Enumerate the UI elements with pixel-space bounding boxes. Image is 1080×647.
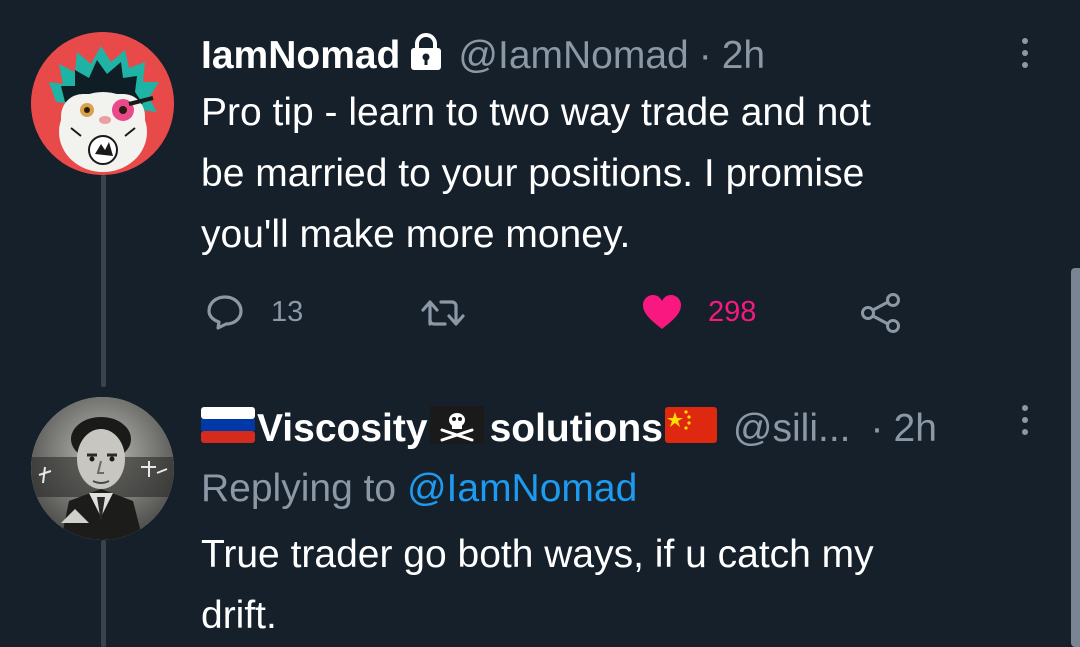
tweet-text: Pro tip - learn to two way trade and not… — [201, 82, 871, 265]
tweet-text-line: be married to your positions. I promise — [201, 152, 865, 195]
reply-button[interactable]: 13 — [206, 294, 303, 330]
reply-text-line: True trader go both ways, if u catch my — [201, 533, 874, 576]
china-flag-icon — [664, 407, 717, 450]
photo-avatar-icon — [31, 397, 174, 540]
share-button[interactable] — [859, 292, 903, 334]
reply-count: 13 — [271, 295, 304, 328]
thread-line-bottom — [101, 540, 106, 647]
heart-icon — [643, 295, 681, 329]
cartoon-avatar-icon — [31, 32, 174, 175]
skull-crossbones-icon — [429, 406, 484, 451]
reply-avatar[interactable] — [31, 397, 174, 540]
replying-to-handle-link[interactable]: @IamNomad — [407, 467, 637, 510]
more-options-icon[interactable] — [1022, 38, 1028, 68]
tweet-avatar[interactable] — [31, 32, 174, 175]
scrollbar[interactable] — [1071, 268, 1080, 647]
like-button[interactable]: 298 — [641, 293, 756, 331]
reply-text-line: drift. — [201, 594, 277, 637]
tweet-text-line: you'll make more money. — [201, 213, 631, 256]
reply-more-options-icon[interactable] — [1022, 405, 1028, 435]
tweet-timestamp[interactable]: 2h — [722, 36, 765, 75]
reply-author-name-part1[interactable]: Viscosity — [257, 409, 428, 448]
reply-header-separator: · — [870, 407, 884, 450]
replying-to: Replying to @IamNomad — [201, 467, 637, 511]
retweet-button[interactable] — [419, 296, 467, 330]
lock-icon — [408, 33, 444, 78]
russia-flag-icon — [201, 407, 255, 450]
reply-timestamp[interactable]: 2h — [894, 409, 937, 448]
replying-to-prefix: Replying to — [201, 467, 407, 510]
author-name[interactable]: IamNomad — [201, 36, 400, 75]
reply-text: True trader go both ways, if u catch my … — [201, 524, 874, 646]
author-handle[interactable]: @IamNomad — [458, 36, 688, 75]
tweet-header: IamNomad @IamNomad · 2h — [201, 33, 765, 78]
thread-line-top — [101, 175, 106, 387]
reply-author-handle[interactable]: @sili... — [733, 409, 851, 448]
tweet-text-line: Pro tip - learn to two way trade and not — [201, 91, 871, 134]
like-count: 298 — [708, 295, 757, 328]
retweet-icon — [421, 300, 465, 326]
reply-header: Viscosity solutions @sili... · 2h — [201, 406, 937, 451]
reply-author-name-part2[interactable]: solutions — [490, 409, 663, 448]
share-icon — [861, 293, 900, 333]
reply-icon — [207, 295, 243, 330]
header-separator: · — [698, 34, 712, 77]
